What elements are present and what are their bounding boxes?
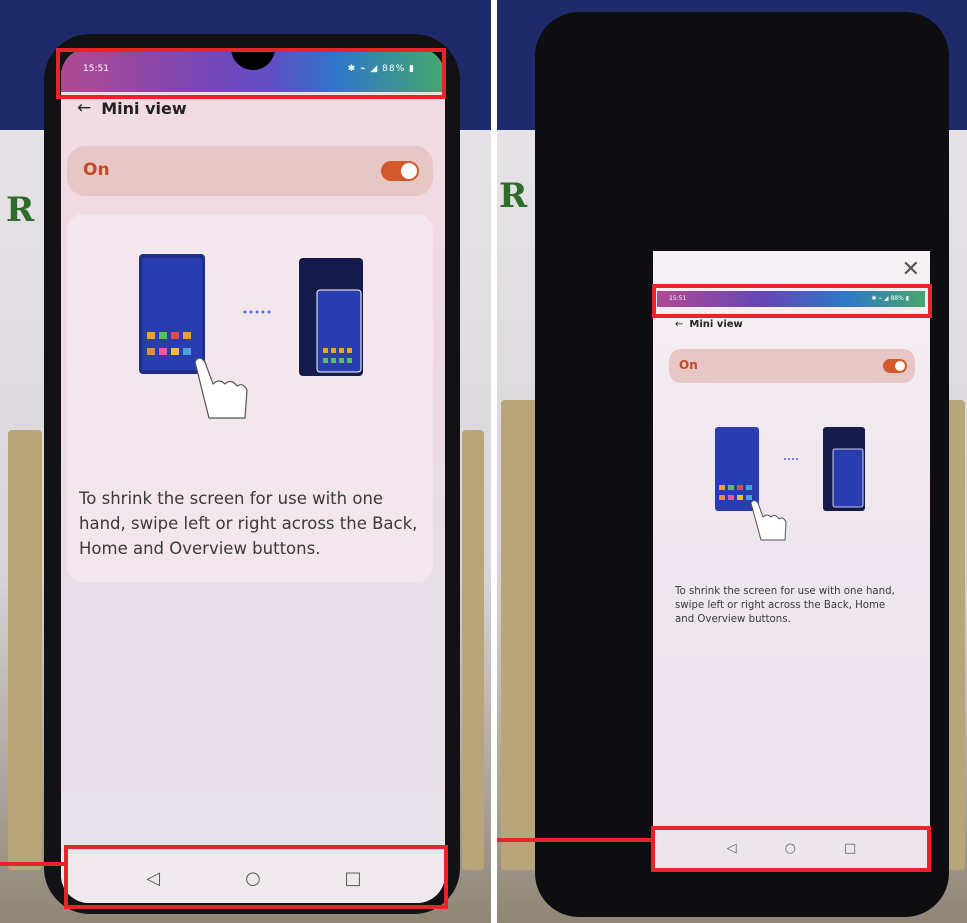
mini-back-arrow-icon[interactable]: ← — [675, 319, 683, 330]
mini-page-title: Mini view — [689, 319, 743, 330]
highlight-nav-bar-right — [651, 826, 931, 872]
app-header: ← Mini view — [77, 98, 187, 118]
close-icon[interactable]: ✕ — [902, 257, 920, 282]
page-title: Mini view — [101, 98, 187, 118]
phone-stand-left — [8, 430, 42, 870]
phone-stand-left-right — [501, 400, 537, 870]
toggle-label: On — [83, 160, 110, 180]
highlight-status-bar-right — [652, 284, 932, 318]
pointer-line-right — [497, 838, 653, 842]
mini-toggle-knob — [895, 361, 905, 371]
phone-stand-right — [462, 430, 484, 870]
pointer-line-left — [0, 862, 64, 866]
phone-screen-left: 15:51 ✱ ⌁ ◢ 88% ▮ ← Mini view On To shri… — [61, 48, 445, 903]
mini-description-text: To shrink the screen for use with one ha… — [675, 586, 895, 625]
hand-swipe-illustration — [139, 254, 363, 419]
mini-hand-swipe-illustration — [715, 427, 865, 541]
description-text: To shrink the screen for use with one ha… — [79, 489, 418, 558]
mini-view-toggle-small[interactable] — [883, 359, 907, 373]
mini-view-window[interactable]: ✕ 15:51 ✱ ⌁ ◢ 88% ▮ ← Mini view On To sh… — [653, 251, 930, 868]
back-arrow-icon[interactable]: ← — [77, 98, 91, 118]
mini-toggle-row[interactable]: On — [669, 349, 915, 383]
info-card: To shrink the screen for use with one ha… — [67, 214, 433, 582]
background-site-heading-fragment: R — [6, 190, 35, 230]
mini-app-header: ← Mini view — [675, 319, 743, 330]
highlight-status-bar-left — [56, 48, 446, 99]
mini-view-toggle-row[interactable]: On — [67, 146, 433, 196]
background-site-heading-fragment-right: R — [499, 176, 528, 216]
toggle-knob — [401, 163, 417, 179]
highlight-nav-bar-left — [64, 845, 448, 909]
mini-toggle-label: On — [679, 358, 698, 372]
mini-view-toggle[interactable] — [381, 161, 419, 181]
